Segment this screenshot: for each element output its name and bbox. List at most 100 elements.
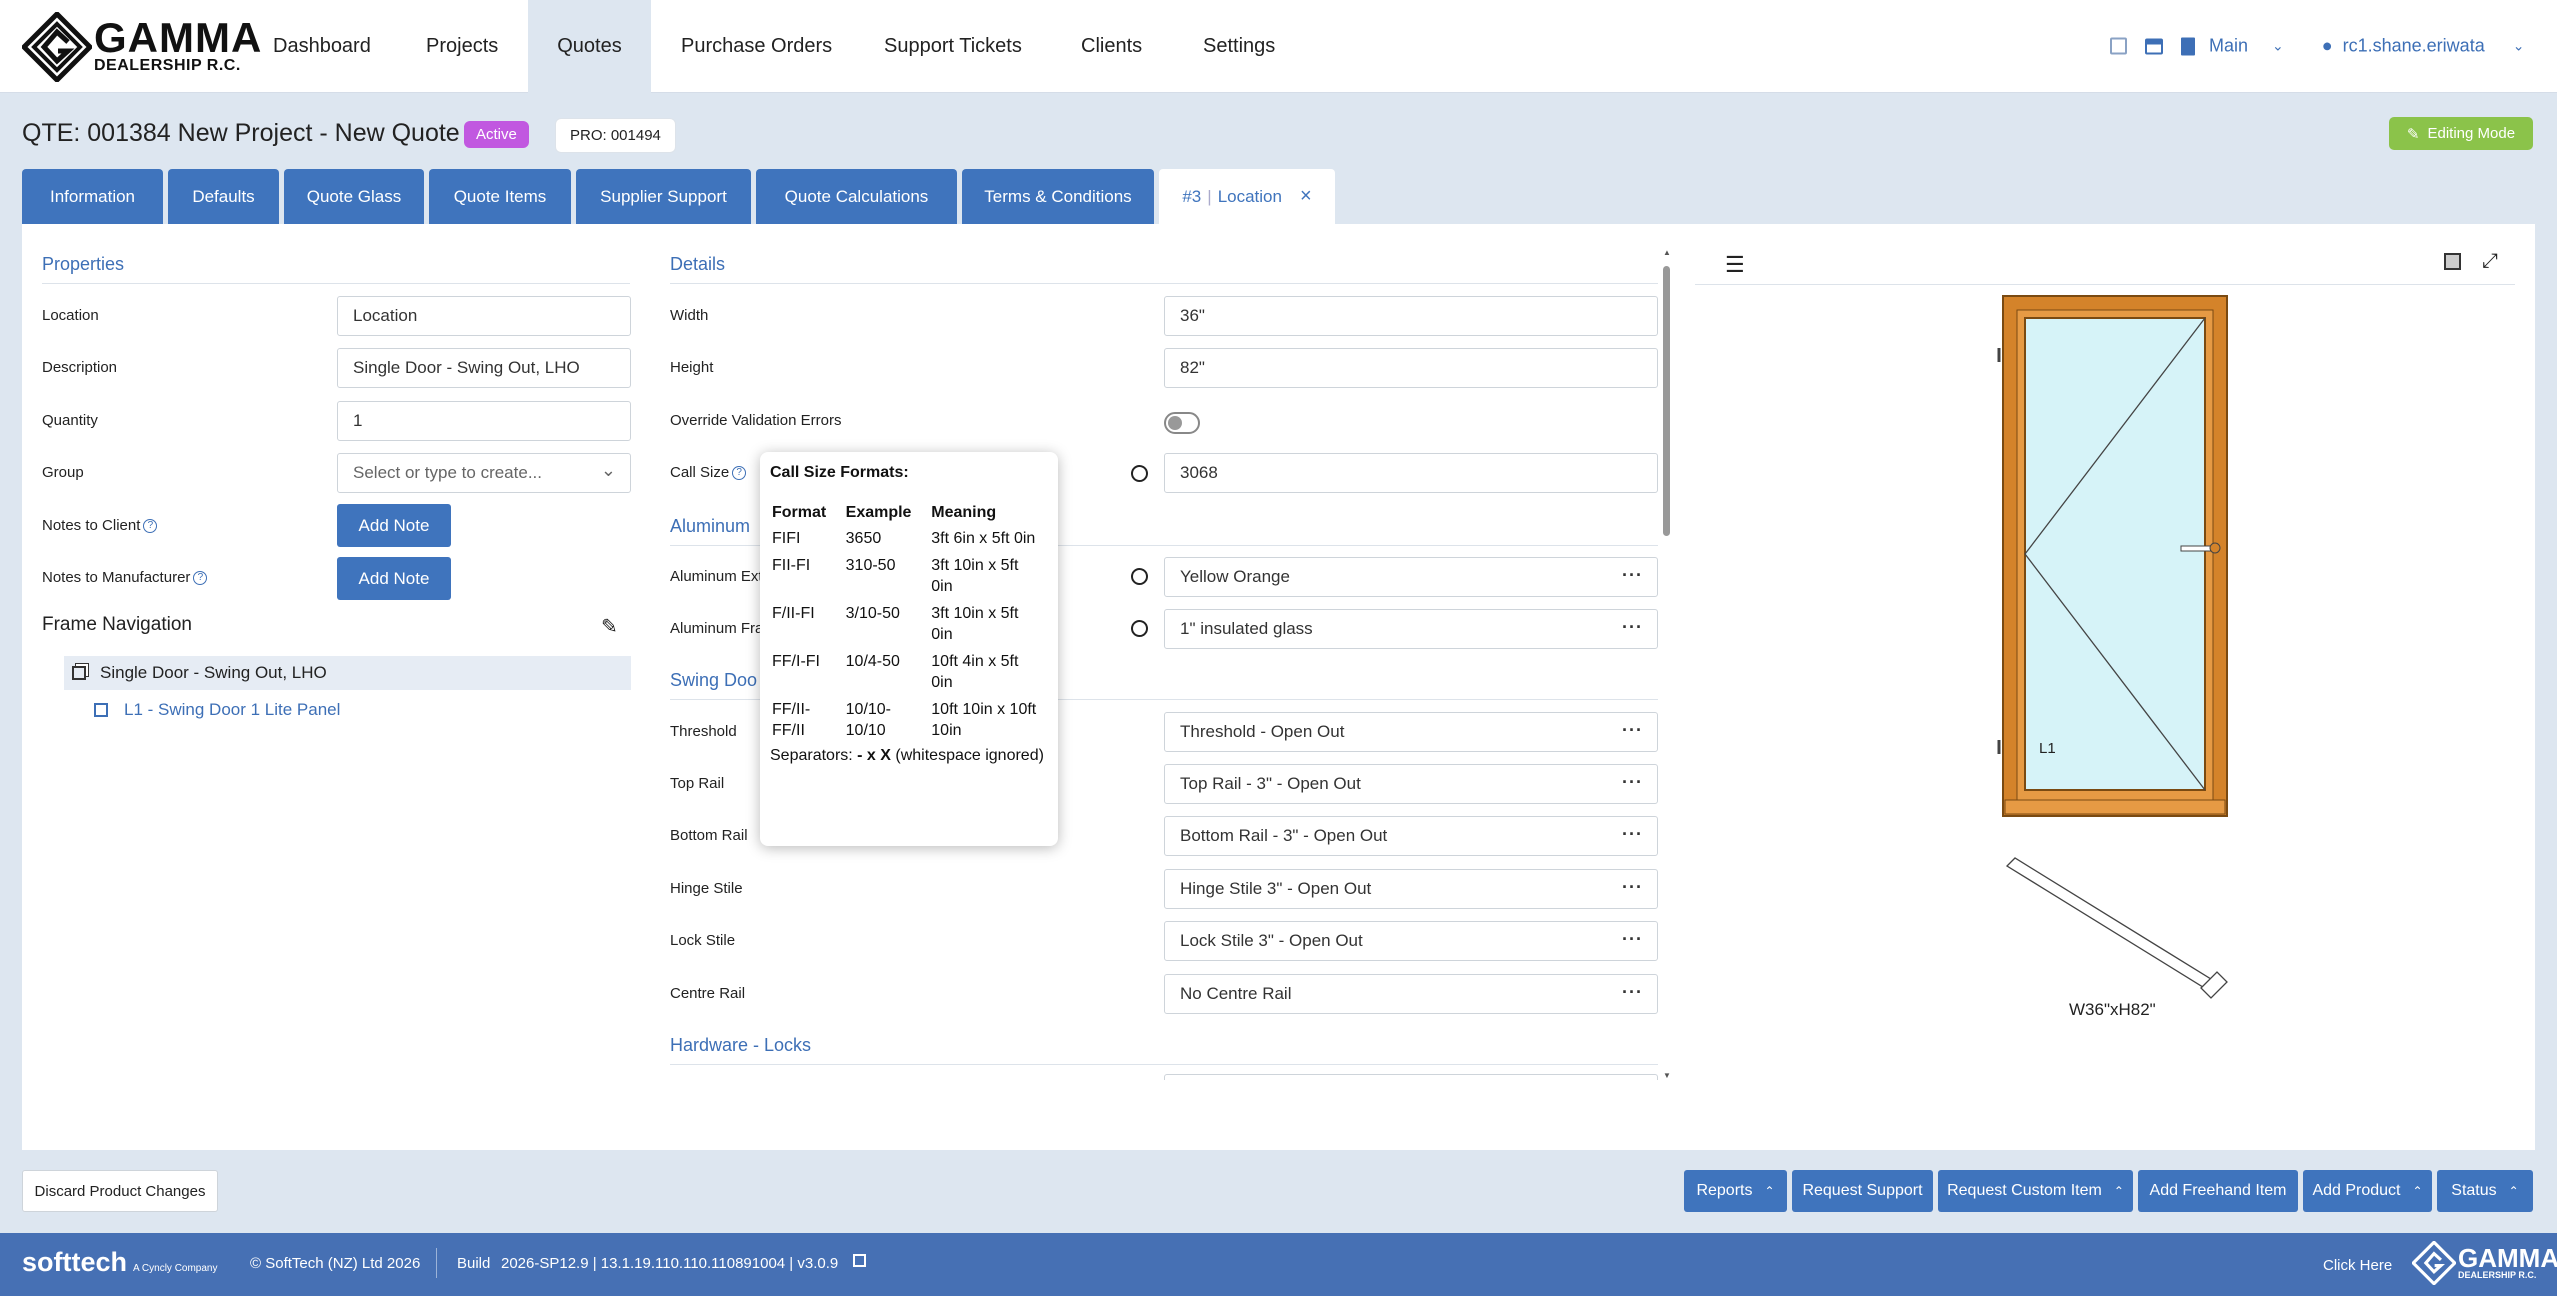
group-label: Group — [42, 464, 84, 481]
menu-icon[interactable]: ☰ — [1725, 252, 1745, 278]
quantity-input[interactable]: 1 — [337, 401, 631, 441]
user-menu[interactable]: rc1.shane.eriwata — [2343, 36, 2485, 57]
nav-quotes[interactable]: Quotes — [528, 0, 651, 93]
nav-settings[interactable]: Settings — [1180, 0, 1298, 93]
status-button[interactable]: Status ⌃ — [2437, 1170, 2533, 1212]
tab-supplier-support[interactable]: Supplier Support — [576, 169, 751, 224]
build-label: Build — [457, 1255, 491, 1272]
nav-projects[interactable]: Projects — [403, 0, 521, 93]
save-icon[interactable] — [2110, 37, 2127, 55]
notes-client-label: Notes to Client? — [42, 517, 158, 534]
hinge-stile-label: Hinge Stile — [670, 880, 743, 897]
discard-changes-button[interactable]: Discard Product Changes — [22, 1170, 218, 1212]
brand-name: GAMMA — [94, 14, 263, 61]
add-product-button[interactable]: Add Product ⌃ — [2303, 1170, 2432, 1212]
top-rail-input[interactable]: Top Rail - 3" - Open Out ··· — [1164, 764, 1658, 804]
more-icon[interactable]: ··· — [1622, 720, 1643, 741]
project-ref-badge[interactable]: PRO: 001494 — [555, 118, 676, 153]
editing-mode-button[interactable]: ✎ Editing Mode — [2389, 117, 2533, 150]
more-icon[interactable]: ··· — [1622, 772, 1643, 793]
aluminum-ext-label: Aluminum Ext — [670, 568, 763, 585]
add-freehand-item-button[interactable]: Add Freehand Item — [2138, 1170, 2298, 1212]
nav-clients[interactable]: Clients — [1058, 0, 1165, 93]
tab-information[interactable]: Information — [22, 169, 163, 224]
panel-label: L1 — [2039, 740, 2056, 757]
aluminum-fra-input[interactable]: 1" insulated glass ··· — [1164, 609, 1658, 649]
centre-rail-input[interactable]: No Centre Rail ··· — [1164, 974, 1658, 1014]
page-title: QTE: 001384 New Project - New Quote — [22, 119, 460, 147]
top-rail-label: Top Rail — [670, 775, 725, 792]
more-icon[interactable]: ··· — [1622, 824, 1643, 845]
tab-location[interactable]: #3 | Location × — [1159, 169, 1335, 224]
table-row: FF/II-FF/II 10/10-10/10 10ft 10in x 10ft 1… — [772, 701, 1037, 739]
chevron-down-icon[interactable]: ⌄ — [2513, 38, 2525, 55]
call-size-label: Call Size? — [670, 464, 747, 481]
bottom-rail-input[interactable]: Bottom Rail - 3" - Open Out ··· — [1164, 816, 1658, 856]
tab-quote-glass[interactable]: Quote Glass — [284, 169, 424, 224]
frame-navigation-heading: Frame Navigation — [42, 614, 192, 635]
nav-purchase-orders[interactable]: Purchase Orders — [658, 0, 855, 93]
override-label: Override Validation Errors — [670, 412, 842, 429]
gamma-logo[interactable]: GAMMA DEALERSHIP R.C. — [22, 12, 262, 82]
description-input[interactable]: Single Door - Swing Out, LHO — [337, 348, 631, 388]
frame-nav-subitem[interactable]: L1 - Swing Door 1 Lite Panel — [94, 700, 340, 720]
tab-quote-items[interactable]: Quote Items — [429, 169, 571, 224]
properties-heading: Properties — [42, 254, 125, 274]
height-label: Height — [670, 359, 714, 376]
override-toggle[interactable] — [1164, 412, 1200, 434]
info-icon[interactable]: ? — [193, 571, 208, 585]
hinge-stile-input[interactable]: Hinge Stile 3" - Open Out ··· — [1164, 869, 1658, 909]
height-input[interactable]: 82" — [1164, 348, 1658, 388]
chevron-down-icon[interactable]: ⌄ — [2272, 38, 2284, 55]
table-row: FII-FI 310-50 3ft 10in x 5ft 0in — [772, 557, 1019, 595]
cube-icon[interactable] — [2444, 253, 2461, 270]
threshold-input[interactable]: Threshold - Open Out ··· — [1164, 712, 1658, 752]
add-note-manufacturer-button[interactable]: Add Note — [337, 557, 451, 600]
more-icon[interactable]: ··· — [1622, 877, 1643, 898]
globe-icon[interactable] — [1131, 620, 1148, 637]
tab-quote-calculations[interactable]: Quote Calculations — [756, 169, 957, 224]
nav-support-tickets[interactable]: Support Tickets — [861, 0, 1045, 93]
door-preview — [1997, 295, 2228, 999]
add-note-client-button[interactable]: Add Note — [337, 504, 451, 547]
globe-icon[interactable] — [1131, 465, 1148, 482]
chevron-down-icon: ⌄ — [600, 460, 616, 480]
request-support-button[interactable]: Request Support — [1792, 1170, 1933, 1212]
aluminum-ext-input[interactable]: Yellow Orange ··· — [1164, 557, 1658, 597]
aluminum-fra-label: Aluminum Fra — [670, 620, 764, 637]
tab-defaults[interactable]: Defaults — [168, 169, 279, 224]
tab-terms-conditions[interactable]: Terms & Conditions — [962, 169, 1154, 224]
pencil-icon[interactable]: ✎ — [601, 614, 618, 639]
call-size-table: Format Example Meaning FIFI 3650 3ft 6in x… — [770, 504, 1048, 745]
chevron-up-icon: ⌃ — [2508, 1184, 2519, 1198]
more-icon[interactable]: ··· — [1622, 982, 1643, 1003]
details-scrollbar[interactable]: ▲ ▼ — [1660, 248, 1672, 1080]
copy-icon[interactable] — [853, 1254, 866, 1267]
quantity-label: Quantity — [42, 412, 98, 429]
close-icon[interactable]: × — [1300, 185, 1312, 208]
info-icon[interactable]: ? — [143, 519, 158, 533]
location-input[interactable]: Location — [337, 296, 631, 336]
call-size-input[interactable]: 3068 — [1164, 453, 1658, 493]
width-input[interactable]: 36" — [1164, 296, 1658, 336]
group-select[interactable]: Select or type to create... ⌄ — [337, 453, 631, 493]
threshold-label: Threshold — [670, 723, 737, 740]
brand-sub: DEALERSHIP R.C. — [94, 57, 241, 74]
more-icon[interactable]: ··· — [1622, 565, 1643, 586]
click-here-link[interactable]: Click Here — [2323, 1257, 2392, 1274]
more-icon[interactable]: ··· — [1622, 617, 1643, 638]
nav-dashboard[interactable]: Dashboard — [250, 0, 394, 93]
copy-icon — [72, 666, 86, 680]
table-row: F/II-FI 3/10-50 3ft 10in x 5ft 0in — [772, 605, 1019, 643]
request-custom-item-button[interactable]: Request Custom Item ⌃ — [1938, 1170, 2133, 1212]
more-icon[interactable]: ··· — [1622, 929, 1643, 950]
globe-icon[interactable] — [1131, 568, 1148, 585]
frame-nav-item[interactable]: Single Door - Swing Out, LHO — [64, 656, 631, 690]
branch-selector[interactable]: Main — [2209, 36, 2248, 57]
expand-icon[interactable]: ⤢ — [2482, 250, 2498, 273]
lock-stile-input[interactable]: Lock Stile 3" - Open Out ··· — [1164, 921, 1658, 961]
sitemap-icon[interactable] — [2145, 38, 2163, 54]
info-icon[interactable]: ? — [732, 466, 747, 480]
table-row: FIFI 3650 3ft 6in x 5ft 0in — [772, 530, 1036, 547]
reports-button[interactable]: Reports ⌃ — [1684, 1170, 1787, 1212]
